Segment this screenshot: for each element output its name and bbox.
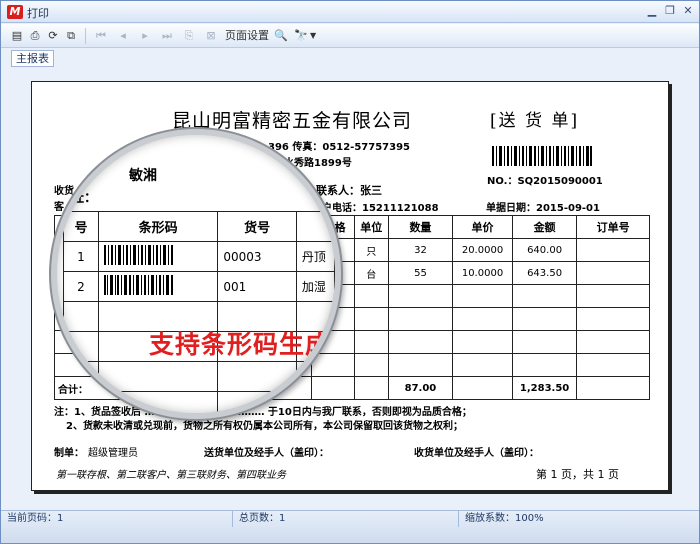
total-qty: 87.00 xyxy=(387,376,454,400)
restore-icon[interactable]: ❐ xyxy=(662,4,678,19)
table-row: 1 00003 丹顶 xyxy=(63,241,335,272)
table-row xyxy=(63,361,335,392)
col-order-no: 订单号 xyxy=(576,215,650,239)
col-unit: 单位 xyxy=(353,215,389,239)
tab-main-report[interactable]: 主报表 xyxy=(11,50,54,67)
print-icon[interactable]: ⎙ xyxy=(27,28,43,44)
window-title: 打印 xyxy=(27,7,49,20)
title-bar: M 打印 ▁ ❐ ✕ xyxy=(1,1,699,23)
lens-sender-name: 敏湘 xyxy=(129,168,157,184)
refresh-icon[interactable]: ⟳ xyxy=(45,28,61,44)
last-page-icon[interactable]: ⏭ xyxy=(159,28,175,44)
col-price: 单价 xyxy=(452,215,513,239)
col-qty: 数量 xyxy=(387,215,454,239)
total-amount: 1,283.50 xyxy=(511,376,578,400)
first-page-icon[interactable]: ⏮ xyxy=(93,28,109,44)
maker-label: 制单： xyxy=(54,448,84,459)
copy-icon[interactable]: ⧉ xyxy=(63,28,79,44)
page-info: 第 1 页，共 1 页 xyxy=(536,468,619,481)
bill-date: 单据日期：2015-09-01 xyxy=(486,203,600,214)
zoom-status: 缩放系数：100% xyxy=(465,513,544,524)
page-setup-button[interactable]: 页面设置 xyxy=(225,28,269,44)
print-preview-window: M 打印 ▁ ❐ ✕ ▤ ⎙ ⟳ ⧉ ⏮ ◂ ▸ ⏭ ⎘ ⊠ 页面设置 🔍 🔭 … xyxy=(0,0,700,544)
lens-header-row: 号 条形码 货号 xyxy=(63,211,335,242)
next-page-icon[interactable]: ▸ xyxy=(137,28,153,44)
receiver-signature: 收货单位及经手人（盖印）： xyxy=(414,448,539,459)
lens-address-label: 址： xyxy=(71,191,98,206)
sender-signature: 送货单位及经手人（盖印）： xyxy=(204,448,329,459)
close-icon[interactable]: ✕ xyxy=(680,4,696,19)
note-2: 2、货款未收清或兑现前，货物之所有权仍属本公司所有，本公司保留取回该货物之权利； xyxy=(66,421,463,432)
prev-page-icon[interactable]: ◂ xyxy=(115,28,131,44)
zoom-icon[interactable]: 🔍 xyxy=(273,28,289,44)
app-logo-icon: M xyxy=(7,5,23,19)
export-icon[interactable]: ▤ xyxy=(9,28,25,44)
status-bar: 当前页码：1 总页数：1 缩放系数：100% xyxy=(1,510,699,543)
document-title: [送 货 单] xyxy=(490,111,580,131)
toolbar: ▤ ⎙ ⟳ ⧉ ⏮ ◂ ▸ ⏭ ⎘ ⊠ 页面设置 🔍 🔭 ▼ xyxy=(1,24,699,48)
col-amount: 金额 xyxy=(511,215,578,239)
table-row: 2 001 加湿 xyxy=(63,271,335,302)
maker-name: 超级管理员 xyxy=(88,448,138,459)
barcode-image xyxy=(104,245,173,265)
total-pages-status: 总页数：1 xyxy=(233,511,459,527)
barcode-image xyxy=(104,275,173,295)
find-dropdown-icon[interactable]: ▼ xyxy=(310,28,316,44)
customer-phone: 户电话：15211121088 xyxy=(322,203,439,214)
copy-distribution: 第一联存根、第二联客户、第三联财务、第四联业务 xyxy=(56,470,286,481)
close-preview-icon[interactable]: ⊠ xyxy=(203,28,219,44)
minimize-icon[interactable]: ▁ xyxy=(644,4,660,19)
current-page-status: 当前页码：1 xyxy=(1,511,233,527)
order-number: NO.：SQ2015090001 xyxy=(487,176,603,187)
order-barcode xyxy=(492,146,592,166)
lens-barcode-table: 号 条形码 货号 1 00003 丹顶 2 001 加湿 合 xyxy=(63,211,335,413)
promo-text: 支持条形码生成 xyxy=(149,330,332,359)
find-icon[interactable]: 🔭 xyxy=(293,28,309,44)
page-icon[interactable]: ⎘ xyxy=(181,28,197,44)
magnifier-lens: 敏湘 址： 号 条形码 货号 1 00003 丹顶 2 001 加湿 合 支持条… xyxy=(51,129,341,419)
tab-bar: 主报表 xyxy=(1,49,699,68)
